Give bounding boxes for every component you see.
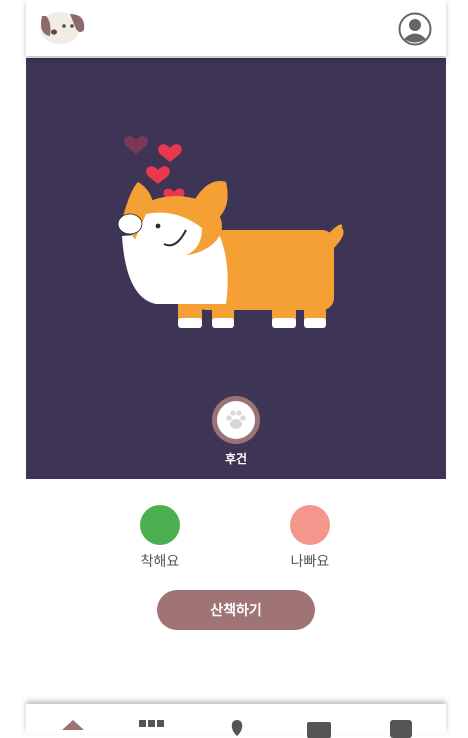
- pet-name-badge[interactable]: [212, 396, 260, 444]
- home-icon[interactable]: [60, 718, 86, 738]
- heart-icon: [146, 166, 170, 184]
- app-header: [26, 0, 446, 56]
- bad-dot: [290, 505, 330, 545]
- pet-stage: 후건: [26, 58, 446, 479]
- paw-icon: [217, 401, 255, 439]
- bad-label: 나빠요: [290, 554, 330, 570]
- pet-name-label: 후건: [224, 452, 248, 466]
- good-dot: [140, 505, 180, 545]
- book-icon[interactable]: [388, 718, 414, 738]
- heart-icon: [158, 144, 182, 162]
- bottom-tab-bar: [26, 704, 446, 738]
- dog-face-icon[interactable]: [36, 6, 86, 50]
- grid-icon[interactable]: [138, 718, 164, 738]
- heart-icon: [124, 136, 148, 154]
- good-label: 착해요: [140, 554, 180, 570]
- bad-button[interactable]: 나빠요: [260, 505, 360, 571]
- user-circle-icon[interactable]: [398, 12, 432, 46]
- pin-icon[interactable]: [224, 718, 250, 738]
- good-button[interactable]: 착해요: [110, 505, 210, 571]
- calendar-icon[interactable]: [306, 718, 332, 738]
- walk-button[interactable]: 산책하기: [157, 590, 315, 630]
